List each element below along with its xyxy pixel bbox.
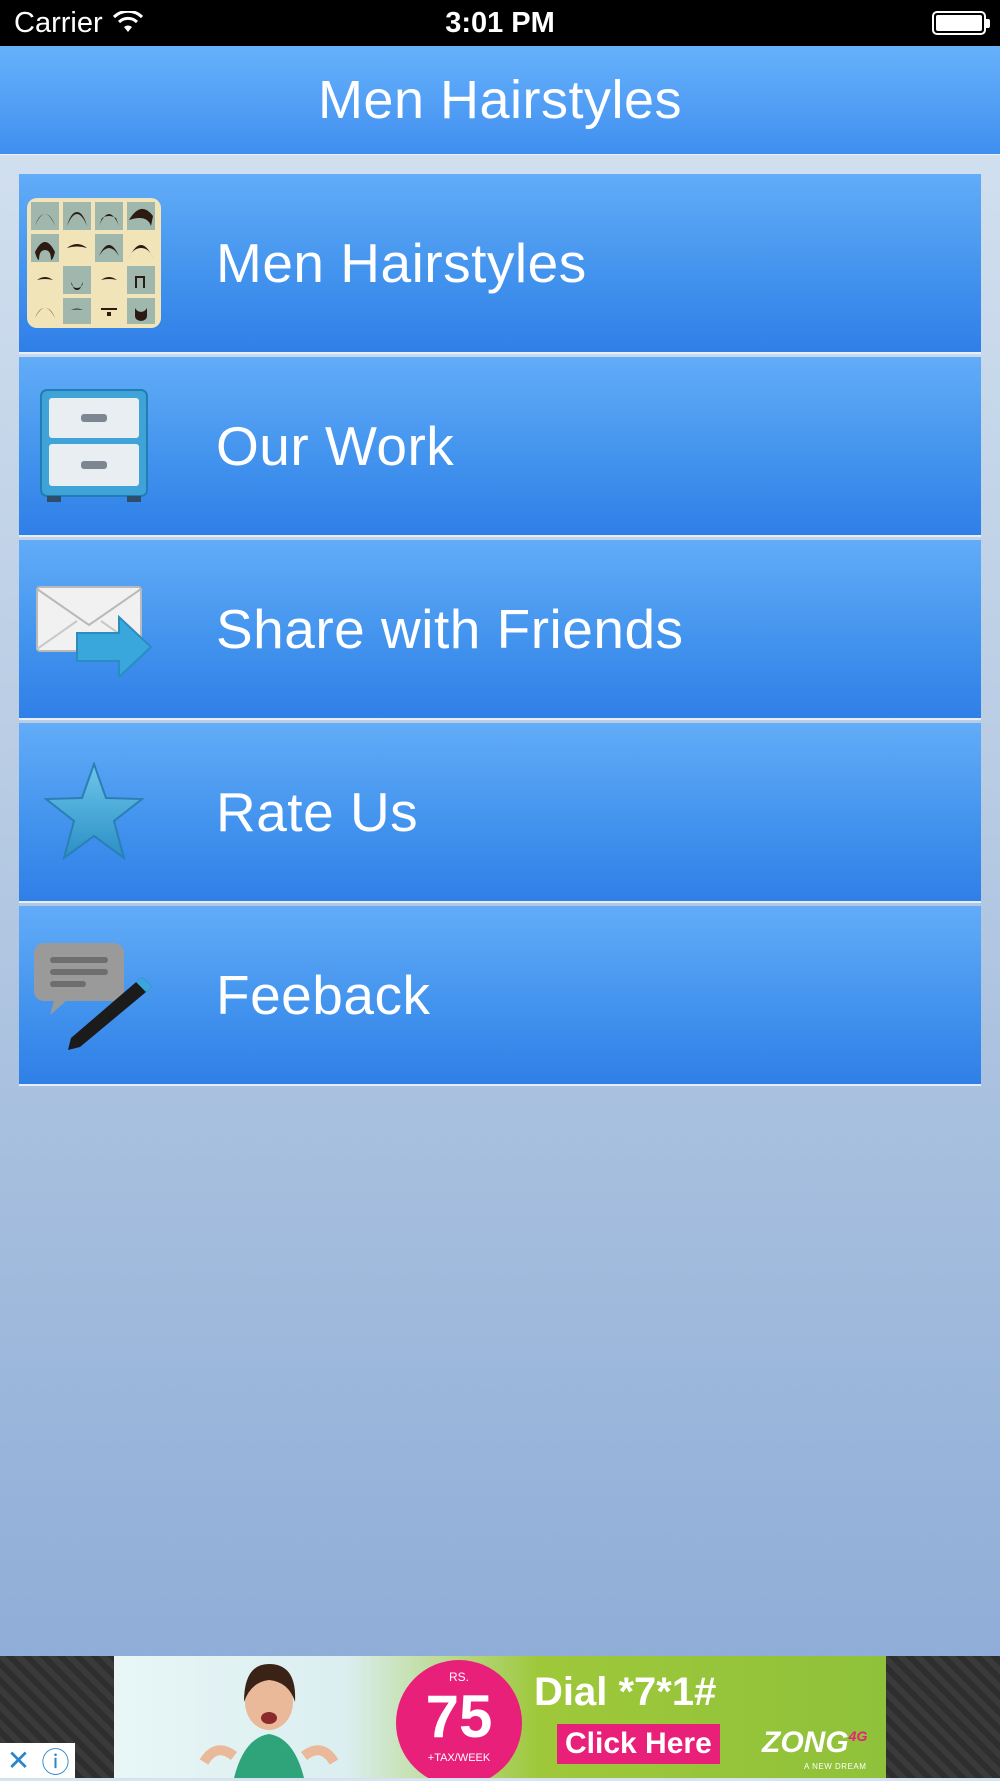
ad-bar: RS. 75 +TAX/WEEK Dial *7*1# Click Here Z… (0, 1656, 1000, 1778)
ad-price: 75 (425, 1683, 493, 1750)
ad-tagline: A NEW DREAM (804, 1762, 867, 1771)
menu-item-feedback[interactable]: Feeback (19, 906, 981, 1086)
file-cabinet-icon (19, 357, 169, 535)
carrier-label: Carrier (14, 6, 103, 39)
status-bar: Carrier 3:01 PM (0, 0, 1000, 46)
ad-controls: ✕ ⓘ (0, 1743, 75, 1778)
menu-item-label: Feeback (216, 964, 431, 1026)
navigation-bar: Men Hairstyles (0, 46, 1000, 154)
menu-item-rate-us[interactable]: Rate Us (19, 723, 981, 903)
ad-banner[interactable]: RS. 75 +TAX/WEEK Dial *7*1# Click Here Z… (114, 1656, 886, 1778)
menu-item-label: Men Hairstyles (216, 232, 587, 294)
ad-price-badge: RS. 75 +TAX/WEEK (396, 1660, 522, 1778)
menu-item-our-work[interactable]: Our Work (19, 357, 981, 537)
mail-share-icon (19, 540, 169, 718)
ad-brand-logo: ZONG4G (762, 1726, 868, 1759)
battery-icon (932, 11, 990, 35)
ad-close-icon[interactable]: ✕ (0, 1743, 37, 1778)
menu-item-label: Rate Us (216, 781, 419, 843)
ad-tax: +TAX/WEEK (427, 1752, 491, 1764)
status-time: 3:01 PM (445, 6, 555, 39)
menu-item-label: Our Work (216, 415, 455, 477)
star-icon (19, 723, 169, 901)
page-title: Men Hairstyles (317, 70, 683, 130)
ad-info-icon[interactable]: ⓘ (37, 1743, 74, 1778)
main-menu: Men Hairstyles Our Work Share with Frien… (19, 174, 981, 1089)
wifi-icon (112, 11, 143, 32)
menu-item-men-hairstyles[interactable]: Men Hairstyles (19, 174, 981, 354)
status-left: Carrier (14, 7, 143, 40)
ad-person-image (199, 1664, 339, 1778)
ad-click-here-button[interactable]: Click Here (557, 1724, 720, 1764)
menu-item-label: Share with Friends (216, 598, 684, 660)
hairstyles-grid-icon (19, 174, 169, 352)
chat-pencil-icon (19, 906, 169, 1084)
ad-dial-text: Dial *7*1# (534, 1670, 717, 1714)
menu-item-share-with-friends[interactable]: Share with Friends (19, 540, 981, 720)
